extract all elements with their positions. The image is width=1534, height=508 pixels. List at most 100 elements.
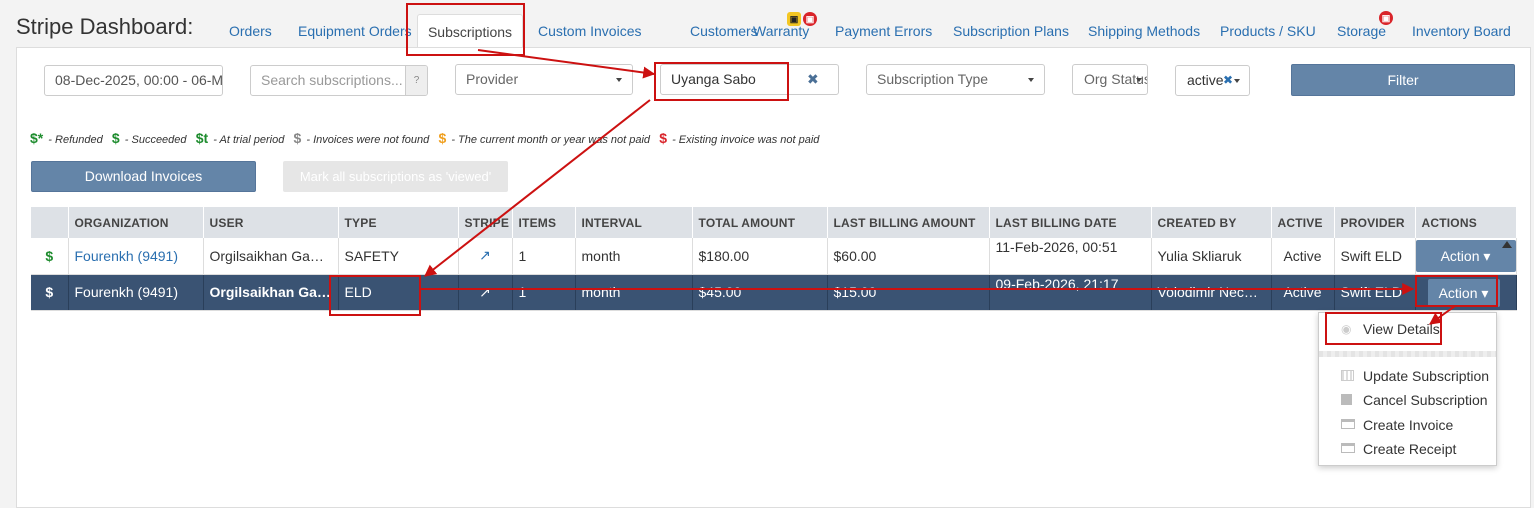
- actions-cell: Action ▾: [1415, 274, 1517, 311]
- col-active[interactable]: ACTIVE: [1271, 207, 1335, 238]
- tab-equipment-orders[interactable]: Equipment Orders: [298, 14, 412, 48]
- legend-not-found-symbol: $: [293, 130, 302, 146]
- table-row[interactable]: $ Fourenkh (9491) Orgilsaikhan Ganbold S…: [31, 238, 1517, 275]
- legend-refunded-text: - Refunded: [48, 134, 103, 146]
- col-interval[interactable]: INTERVAL: [575, 207, 693, 238]
- organization-link[interactable]: Fourenkh (9491): [75, 248, 179, 264]
- items-cell: 1: [512, 238, 576, 275]
- menu-item-label: View Details: [1363, 321, 1440, 337]
- provider-cell: Swift ELD: [1334, 238, 1416, 275]
- clear-icon[interactable]: ✖: [1223, 66, 1233, 95]
- col-items[interactable]: ITEMS: [512, 207, 576, 238]
- download-invoices-button[interactable]: Download Invoices: [31, 161, 256, 192]
- action-dropdown-button[interactable]: Action ▾: [1427, 279, 1500, 307]
- tab-orders[interactable]: Orders: [229, 14, 272, 48]
- org-status-select[interactable]: Org Status: [1072, 64, 1148, 95]
- col-type[interactable]: TYPE: [338, 207, 459, 238]
- external-link-icon[interactable]: ↗: [458, 238, 513, 275]
- col-total-amount[interactable]: TOTAL AMOUNT: [692, 207, 828, 238]
- legend-unpaid-invoice-text: - Existing invoice was not paid: [672, 134, 820, 146]
- user-cell: Orgilsaikhan Ganbold: [203, 238, 339, 275]
- tab-payment-errors[interactable]: Payment Errors: [835, 14, 932, 48]
- col-created-by[interactable]: CREATED BY: [1151, 207, 1272, 238]
- menu-item-view-details[interactable]: ◉ View Details: [1319, 318, 1496, 340]
- calendar-icon: [1341, 370, 1354, 381]
- menu-item-update-subscription[interactable]: Update Subscription: [1319, 365, 1496, 387]
- menu-item-label: Create Receipt: [1363, 441, 1457, 457]
- tab-subscription-plans[interactable]: Subscription Plans: [953, 14, 1069, 48]
- chevron-down-icon: [616, 78, 622, 82]
- menu-item-label: Cancel Subscription: [1363, 392, 1488, 408]
- items-cell: 1: [512, 274, 576, 311]
- storage-alert-icon: ▣: [1379, 11, 1393, 25]
- eye-icon: ◉: [1341, 322, 1352, 336]
- legend-trial-text: - At trial period: [213, 134, 285, 146]
- interval-cell: month: [575, 238, 693, 275]
- search-placeholder: Search subscriptions...: [261, 72, 403, 88]
- menu-item-create-invoice[interactable]: Create Invoice: [1319, 414, 1496, 436]
- organization-cell: Fourenkh (9491): [68, 238, 204, 275]
- last-billing-date-cell: 09-Feb-2026, 21:17: [989, 274, 1152, 311]
- clear-icon[interactable]: ✖: [807, 65, 819, 94]
- menu-item-label: Update Subscription: [1363, 368, 1490, 384]
- table-row[interactable]: $ Fourenkh (9491) Orgilsaikhan Ganbold E…: [31, 274, 1517, 311]
- status-legend: $* - Refunded $ - Succeeded $t - At tria…: [30, 130, 819, 146]
- legend-not-paid-period-symbol: $: [438, 130, 447, 146]
- provider-select[interactable]: Provider: [455, 64, 633, 95]
- external-link-icon[interactable]: ↗: [458, 274, 513, 311]
- legend-unpaid-invoice-symbol: $: [659, 130, 667, 146]
- user-filter-input[interactable]: Uyanga Sabo ✖: [660, 64, 839, 95]
- subscription-type-placeholder: Subscription Type: [877, 71, 989, 87]
- page-title: Stripe Dashboard:: [16, 14, 194, 39]
- subscription-type-select[interactable]: Subscription Type: [866, 64, 1045, 95]
- organization-cell: Fourenkh (9491): [68, 274, 204, 311]
- menu-item-label: Create Invoice: [1363, 417, 1454, 433]
- scroll-up-arrow-icon[interactable]: [1502, 241, 1512, 248]
- chevron-down-icon: [1234, 79, 1240, 83]
- legend-refunded-symbol: $*: [30, 130, 44, 146]
- search-input[interactable]: Search subscriptions... ?: [250, 65, 428, 96]
- menu-item-create-receipt[interactable]: Create Receipt: [1319, 438, 1496, 460]
- last-billing-amount-cell: $15.00: [827, 274, 990, 311]
- created-by-cell: Yulia Skliaruk: [1151, 238, 1272, 275]
- tab-custom-invoices[interactable]: Custom Invoices: [538, 14, 641, 48]
- col-stripe[interactable]: STRIPE: [458, 207, 513, 238]
- tab-shipping-methods[interactable]: Shipping Methods: [1088, 14, 1200, 48]
- last-billing-amount-cell: $60.00: [827, 238, 990, 275]
- tab-subscriptions[interactable]: Subscriptions: [417, 14, 523, 48]
- tab-inventory-board[interactable]: Inventory Board: [1412, 14, 1511, 48]
- help-icon[interactable]: ?: [405, 66, 427, 95]
- col-provider[interactable]: PROVIDER: [1334, 207, 1416, 238]
- col-last-billing-date[interactable]: LAST BILLING DATE: [989, 207, 1152, 238]
- menu-item-cancel-subscription[interactable]: Cancel Subscription: [1319, 389, 1496, 411]
- actions-cell: Action ▾: [1415, 238, 1517, 275]
- organization-link[interactable]: Fourenkh (9491): [75, 284, 179, 300]
- col-last-billing-amount[interactable]: LAST BILLING AMOUNT: [827, 207, 990, 238]
- last-billing-date-cell: 11-Feb-2026, 00:51: [989, 238, 1152, 275]
- main-tabs: Orders Equipment Orders Subscriptions Cu…: [214, 11, 1534, 48]
- tab-products-sku[interactable]: Products / SKU: [1220, 14, 1316, 48]
- filter-button[interactable]: Filter: [1291, 64, 1515, 96]
- legend-not-paid-period-text: - The current month or year was not paid: [451, 134, 651, 146]
- type-cell: ELD: [338, 274, 459, 311]
- active-status-select[interactable]: active ✖: [1175, 65, 1250, 96]
- col-organization[interactable]: ORGANIZATION: [68, 207, 204, 238]
- table-header: ORGANIZATION USER TYPE STRIPE ITEMS INTE…: [31, 207, 1517, 238]
- chevron-down-icon: [1028, 78, 1034, 82]
- legend-trial-symbol: $t: [195, 130, 209, 146]
- status-succeeded-icon: $: [31, 238, 69, 275]
- active-cell: Active: [1271, 238, 1335, 275]
- warranty-alert-icon: ▣: [803, 12, 817, 26]
- mark-all-viewed-button[interactable]: Mark all subscriptions as 'viewed': [283, 161, 508, 192]
- date-range-input[interactable]: 08-Dec-2025, 00:00 - 06-Ma: [44, 65, 223, 96]
- provider-placeholder: Provider: [466, 71, 519, 87]
- tab-customers[interactable]: Customers: [690, 14, 758, 48]
- action-dropdown-button[interactable]: Action ▾: [1415, 239, 1515, 272]
- provider-cell: Swift ELD: [1334, 274, 1416, 311]
- legend-succeeded-text: - Succeeded: [124, 134, 187, 146]
- col-user[interactable]: USER: [203, 207, 339, 238]
- status-succeeded-icon: $: [31, 274, 69, 311]
- action-dropdown-menu: ◉ View Details Update Subscription Cance…: [1318, 312, 1497, 466]
- legend-succeeded-symbol: $: [111, 130, 120, 146]
- credit-card-icon: [1341, 419, 1355, 429]
